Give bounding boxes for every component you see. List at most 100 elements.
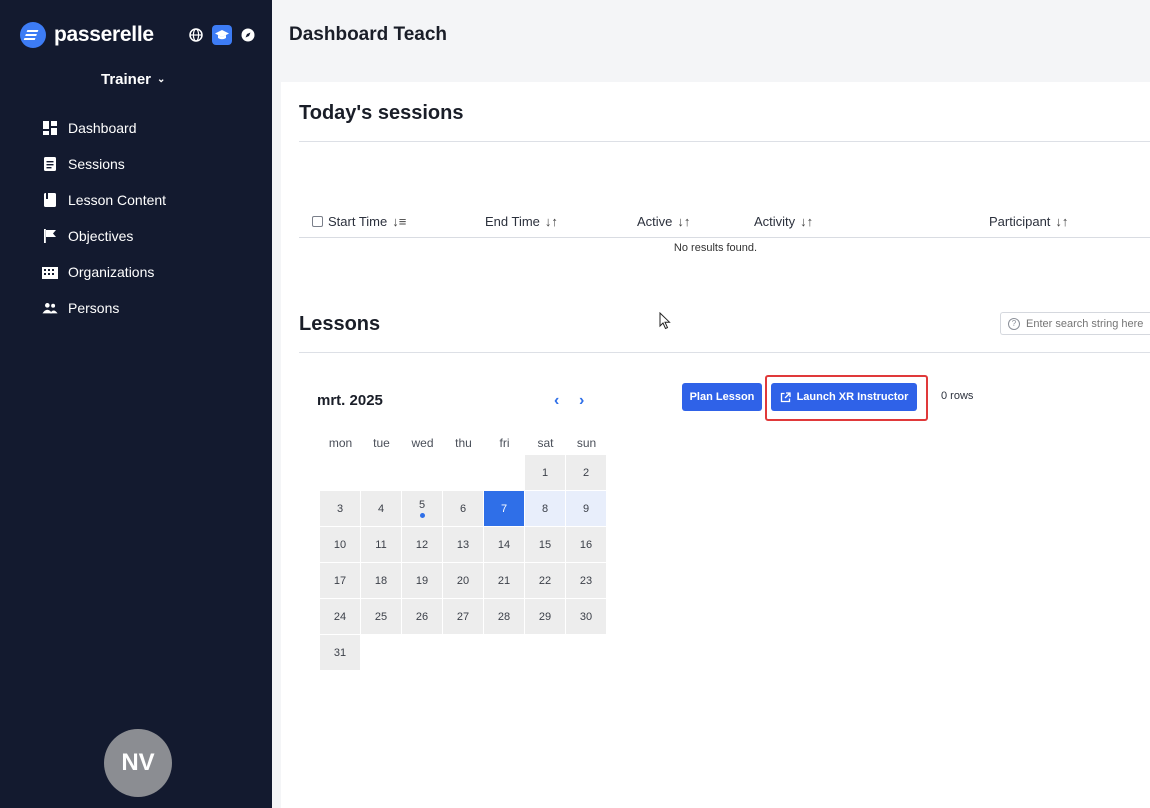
weekday-label: fri <box>499 436 510 450</box>
lessons-title: Lessons <box>299 313 381 335</box>
calendar-day[interactable]: 14 <box>484 527 524 562</box>
calendar-day-number: 20 <box>456 574 470 587</box>
brand-name: passerelle <box>54 23 154 46</box>
sidebar-item-lesson-content[interactable]: Lesson Content <box>0 182 272 218</box>
calendar-day-number: 9 <box>582 502 590 515</box>
calendar-blank <box>361 455 401 490</box>
brand[interactable]: passerelle <box>20 22 154 48</box>
calendar-day-number: 28 <box>497 610 511 623</box>
external-link-icon <box>780 391 791 402</box>
sidebar-item-organizations[interactable]: Organizations <box>0 254 272 290</box>
calendar-day[interactable]: 19 <box>402 563 442 598</box>
calendar-day[interactable]: 13 <box>443 527 483 562</box>
calendar-day-number: 16 <box>579 538 593 551</box>
calendar-weekdays: mon tue wed thu fri sat sun <box>320 436 608 450</box>
calendar-day-number: 1 <box>541 466 549 479</box>
empty-state-text: No results found. <box>673 242 758 254</box>
search-input[interactable] <box>1026 317 1146 330</box>
calendar-blank <box>402 455 442 490</box>
calendar-day[interactable]: 24 <box>320 599 360 634</box>
calendar-day-number: 26 <box>415 610 429 623</box>
sidebar-item-persons[interactable]: Persons <box>0 290 272 326</box>
column-start-time[interactable]: Start Time ↓≡ <box>312 214 406 229</box>
sidebar-item-sessions[interactable]: Sessions <box>0 146 272 182</box>
calendar-day-number: 17 <box>333 574 347 587</box>
main-content: Today's sessions Start Time ↓≡ End Time … <box>281 82 1150 808</box>
calendar-day[interactable]: 20 <box>443 563 483 598</box>
calendar-day-number: 29 <box>538 610 552 623</box>
weekday-label: sun <box>576 436 597 450</box>
sidebar-item-label: Persons <box>68 300 120 316</box>
calendar-day[interactable]: 29 <box>525 599 565 634</box>
calendar-prev-button[interactable]: ‹ <box>554 392 559 410</box>
calendar-day-number: 18 <box>374 574 388 587</box>
column-label: Start Time <box>328 214 388 229</box>
sidebar-item-objectives[interactable]: Objectives <box>0 218 272 254</box>
lesson-search[interactable]: ? <box>1000 312 1150 335</box>
calendar-day[interactable]: 23 <box>566 563 606 598</box>
calendar-day[interactable]: 30 <box>566 599 606 634</box>
calendar-day-number: 14 <box>497 538 511 551</box>
globe-icon[interactable] <box>186 25 206 45</box>
calendar-day[interactable]: 16 <box>566 527 606 562</box>
launch-xr-instructor-button[interactable]: Launch XR Instructor <box>771 383 917 411</box>
calendar-day[interactable]: 2 <box>566 455 606 490</box>
sort-icon: ↓↑ <box>1055 214 1069 229</box>
graduation-cap-icon[interactable] <box>212 25 232 45</box>
calendar-day[interactable]: 4 <box>361 491 401 526</box>
calendar-day[interactable]: 8 <box>525 491 565 526</box>
dashboard-icon <box>42 120 58 136</box>
role-selector[interactable]: Trainer ⌄ <box>101 71 165 88</box>
sidebar-item-label: Lesson Content <box>68 192 167 208</box>
calendar-day[interactable]: 18 <box>361 563 401 598</box>
calendar-day[interactable]: 31 <box>320 635 360 670</box>
calendar-day-number: 27 <box>456 610 470 623</box>
divider <box>299 352 1150 353</box>
column-active[interactable]: Active ↓↑ <box>637 214 690 229</box>
column-label: Participant <box>989 214 1051 229</box>
topbar: Dashboard Teach <box>272 0 1150 76</box>
calendar-day[interactable]: 6 <box>443 491 483 526</box>
calendar-day-number: 23 <box>579 574 593 587</box>
calendar-day[interactable]: 11 <box>361 527 401 562</box>
sessions-icon <box>42 156 58 172</box>
calendar-day[interactable]: 27 <box>443 599 483 634</box>
calendar-day-number: 31 <box>333 646 347 659</box>
sidebar-item-dashboard[interactable]: Dashboard <box>0 110 272 146</box>
avatar[interactable]: NV <box>104 729 172 797</box>
sort-desc-icon: ↓≡ <box>392 214 407 229</box>
calendar-day[interactable]: 26 <box>402 599 442 634</box>
book-icon <box>42 192 58 208</box>
column-activity[interactable]: Activity ↓↑ <box>754 214 813 229</box>
calendar-day[interactable]: 3 <box>320 491 360 526</box>
compass-icon[interactable] <box>238 25 258 45</box>
column-end-time[interactable]: End Time ↓↑ <box>485 214 558 229</box>
calendar-day[interactable]: 1 <box>525 455 565 490</box>
calendar-day[interactable]: 21 <box>484 563 524 598</box>
calendar-day[interactable]: 9 <box>566 491 606 526</box>
calendar-day[interactable]: 10 <box>320 527 360 562</box>
calendar-day[interactable]: 17 <box>320 563 360 598</box>
mouse-cursor-icon <box>659 311 671 335</box>
calendar-day[interactable]: 28 <box>484 599 524 634</box>
calendar-day[interactable]: 7 <box>484 491 524 526</box>
launch-label: Launch XR Instructor <box>796 391 909 403</box>
role-label: Trainer <box>101 71 152 88</box>
help-icon[interactable]: ? <box>1008 317 1020 330</box>
calendar-day[interactable]: 15 <box>525 527 565 562</box>
calendar-day[interactable]: 22 <box>525 563 565 598</box>
calendar-day[interactable]: 25 <box>361 599 401 634</box>
people-icon <box>42 300 58 316</box>
calendar-next-button[interactable]: › <box>579 392 584 410</box>
calendar-blank <box>320 455 360 490</box>
column-participant[interactable]: Participant ↓↑ <box>989 214 1068 229</box>
calendar-day-number: 4 <box>377 502 385 515</box>
weekday-label: mon <box>328 436 353 450</box>
plan-lesson-button[interactable]: Plan Lesson <box>682 383 762 411</box>
calendar-blank <box>484 455 524 490</box>
column-label: Activity <box>754 214 796 229</box>
calendar-day[interactable]: 12 <box>402 527 442 562</box>
select-all-checkbox[interactable] <box>312 216 323 227</box>
calendar-day-number: 15 <box>538 538 552 551</box>
calendar-day[interactable]: 5 <box>402 491 442 526</box>
